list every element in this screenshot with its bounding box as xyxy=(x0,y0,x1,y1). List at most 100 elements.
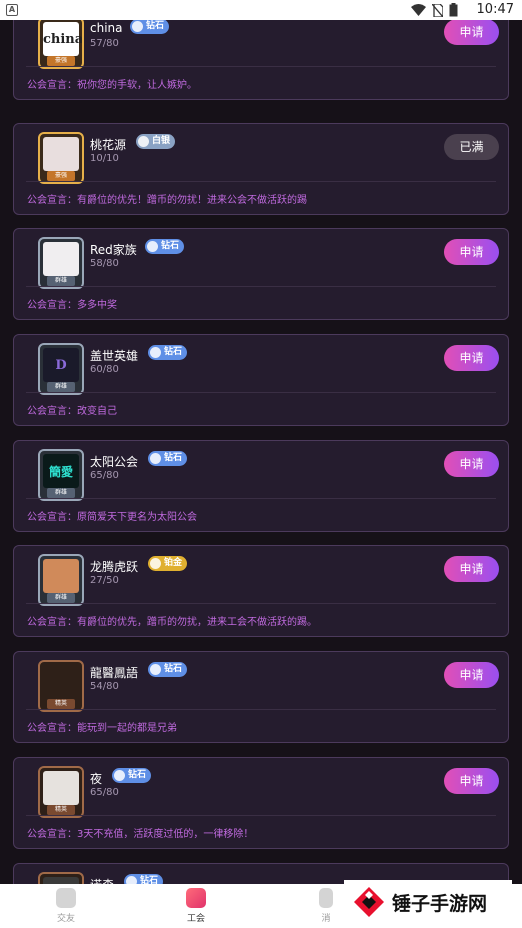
guild-level-badge: 钻石 xyxy=(148,451,188,466)
apply-button[interactable]: 申请 xyxy=(444,662,499,688)
declaration-text: 3天不充值，活跃度过低的，一律移除！ xyxy=(77,829,254,840)
declaration-label: 公会宣言： xyxy=(27,723,77,734)
declaration-text: 有爵位的优先！蹭币的勿扰！进来公会不做活跃的踢 xyxy=(77,195,307,206)
apply-button[interactable]: 申请 xyxy=(444,451,499,477)
apply-button[interactable]: 申请 xyxy=(444,556,499,582)
rank-label: 豪强 xyxy=(47,56,75,66)
declaration-label: 公会宣言： xyxy=(27,512,77,523)
guild-avatar-image: china xyxy=(43,22,82,56)
guild-level-badge: 钻石 xyxy=(145,239,185,254)
card-divider xyxy=(26,66,496,67)
guild-card[interactable]: 群雄 Red家族 钻石 58/80 申请 公会宣言：多多中奖 xyxy=(13,228,509,320)
guild-declaration: 公会宣言：原简爱天下更名为太阳公会 xyxy=(27,508,197,523)
member-count: 27/50 xyxy=(90,575,119,586)
member-count: 65/80 xyxy=(90,470,119,481)
card-divider xyxy=(26,286,496,287)
tab-guild[interactable]: 工会 xyxy=(166,888,226,924)
full-button[interactable]: 已满 xyxy=(444,134,499,160)
member-count: 60/80 xyxy=(90,364,119,375)
guild-card[interactable]: D 群雄 盖世英雄 钻石 60/80 申请 公会宣言：改变自己 xyxy=(13,334,509,426)
guild-avatar: 簡愛 群雄 xyxy=(38,449,84,501)
apply-button[interactable]: 申请 xyxy=(444,345,499,371)
rank-label: 群雄 xyxy=(47,488,75,498)
rank-label: 精英 xyxy=(47,699,75,709)
guild-level-badge: 钻石 xyxy=(148,662,188,677)
hammer-logo-icon xyxy=(354,887,384,917)
tab-social[interactable]: 交友 xyxy=(36,888,96,924)
declaration-text: 多多中奖 xyxy=(77,300,117,311)
guild-avatar-image xyxy=(43,771,79,805)
guild-name: 桃花源 xyxy=(90,138,127,152)
guild-avatar-image: 簡愛 xyxy=(43,454,79,488)
guild-avatar: 群雄 xyxy=(38,237,84,289)
guild-card[interactable]: 精英 夜钻石 65/80 申请 公会宣言：3天不充值，活跃度过低的，一律移除！ xyxy=(13,757,509,849)
tab-messages-label: 消 xyxy=(321,914,331,924)
guild-avatar: 精英 xyxy=(38,660,84,712)
guild-avatar xyxy=(38,872,84,884)
status-bar: A 10:47 xyxy=(0,0,522,20)
guild-avatar-image xyxy=(43,559,79,593)
watermark-text: 锤子手游网 xyxy=(392,892,488,915)
guild-level-badge: 钻石 xyxy=(130,20,170,34)
declaration-label: 公会宣言： xyxy=(27,80,77,91)
declaration-text: 改变自己 xyxy=(77,406,117,417)
guild-declaration: 公会宣言：能玩到一起的都是兄弟 xyxy=(27,719,177,734)
declaration-text: 能玩到一起的都是兄弟 xyxy=(77,723,177,734)
status-icons xyxy=(411,3,458,17)
member-count: 54/80 xyxy=(90,681,119,692)
guild-avatar: 精英 xyxy=(38,766,84,818)
rank-label: 精英 xyxy=(47,805,75,815)
apply-button[interactable]: 申请 xyxy=(444,239,499,265)
guild-name: 龍醫鳳語 xyxy=(90,666,139,680)
guild-avatar-image xyxy=(43,877,79,884)
guild-avatar-image: D xyxy=(43,348,79,382)
guild-name: Red家族 xyxy=(90,243,137,257)
card-divider xyxy=(26,181,496,182)
card-divider xyxy=(26,815,496,816)
guild-card[interactable]: china 豪强 china 钻石 57/80 申请 公会宣言：祝你您的手软，让人嫉妒。 xyxy=(13,20,509,100)
battery-icon xyxy=(449,3,458,17)
declaration-label: 公会宣言： xyxy=(27,195,77,206)
card-divider xyxy=(26,603,496,604)
guild-name: 龙腾虎跃 xyxy=(90,560,139,574)
guild-declaration: 公会宣言：祝你您的手软，让人嫉妒。 xyxy=(27,76,197,91)
guild-name: 诺森 xyxy=(90,876,114,884)
message-icon xyxy=(319,888,333,908)
rank-label: 群雄 xyxy=(47,276,75,286)
guild-avatar: 群雄 xyxy=(38,554,84,606)
guild-card[interactable]: 簡愛 群雄 太阳公会 钻石 65/80 申请 公会宣言：原简爱天下更名为太阳公会 xyxy=(13,440,509,532)
declaration-text: 有爵位的优先，蹭币的勿扰，进来工会不做活跃的踢。 xyxy=(77,617,317,628)
guild-level-badge: 钻石 xyxy=(124,874,164,884)
member-count: 57/80 xyxy=(90,38,119,49)
guild-declaration: 公会宣言：改变自己 xyxy=(27,402,117,417)
card-divider xyxy=(26,498,496,499)
site-watermark: 锤子手游网 xyxy=(344,880,512,924)
guild-card[interactable]: 群雄 龙腾虎跃 铂金 27/50 申请 公会宣言：有爵位的优先，蹭币的勿扰，进来工会不做活… xyxy=(13,545,509,637)
guild-level-badge: 白银 xyxy=(136,134,176,149)
guild-card[interactable]: 精英 龍醫鳳語 钻石 54/80 申请公会宣言：能玩到一起的都是兄弟 xyxy=(13,651,509,743)
guild-declaration: 公会宣言：有爵位的优先！蹭币的勿扰！进来公会不做活跃的踢 xyxy=(27,191,307,206)
card-divider xyxy=(26,392,496,393)
tab-guild-label: 工会 xyxy=(186,914,205,924)
no-sim-icon xyxy=(432,3,443,17)
guild-card[interactable]: 豪强 桃花源 白银 10/10 已满公会宣言：有爵位的优先！蹭币的勿扰！进来公会不做活跃… xyxy=(13,123,509,215)
guild-list[interactable]: china 豪强 china 钻石 57/80 申请 公会宣言：祝你您的手软，让人嫉妒。 豪强… xyxy=(0,20,522,884)
app-notification-icon: A xyxy=(6,4,18,16)
guild-name: china xyxy=(90,21,123,35)
declaration-label: 公会宣言： xyxy=(27,617,77,628)
guild-name: 盖世英雄 xyxy=(90,349,139,363)
guild-avatar-image xyxy=(43,242,79,276)
rank-label: 群雄 xyxy=(47,593,75,603)
apply-button[interactable]: 申请 xyxy=(444,768,499,794)
guild-avatar-image xyxy=(43,137,79,171)
declaration-label: 公会宣言： xyxy=(27,829,77,840)
guild-avatar: 豪强 xyxy=(38,132,84,184)
social-icon xyxy=(56,888,76,908)
clock: 10:47 xyxy=(476,2,514,17)
apply-button[interactable]: 申请 xyxy=(444,20,499,45)
declaration-label: 公会宣言： xyxy=(27,406,77,417)
guild-avatar-image xyxy=(43,665,79,699)
wifi-icon xyxy=(411,4,426,16)
member-count: 10/10 xyxy=(90,153,119,164)
guild-level-badge: 钻石 xyxy=(112,768,152,783)
